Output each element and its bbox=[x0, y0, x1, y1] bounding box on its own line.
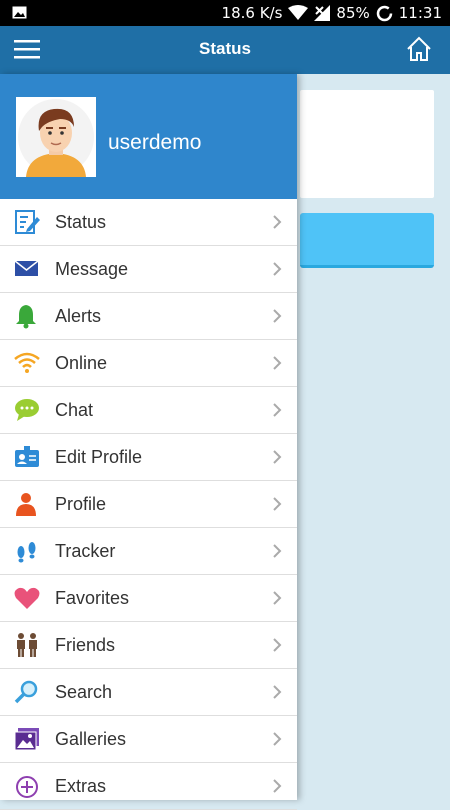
menu-item-galleries[interactable]: Galleries bbox=[0, 716, 297, 763]
username: userdemo bbox=[108, 131, 202, 154]
signal-icon bbox=[314, 5, 331, 21]
page-title: Status bbox=[199, 39, 251, 58]
gallery-icon bbox=[14, 728, 39, 751]
avatar[interactable] bbox=[16, 97, 96, 177]
bell-icon bbox=[16, 305, 36, 329]
chat-icon bbox=[15, 399, 39, 421]
menu-item-label: Online bbox=[55, 353, 108, 373]
plus-circle-icon bbox=[16, 776, 38, 798]
chevron-right-icon bbox=[273, 497, 282, 511]
wifi-status-icon bbox=[288, 5, 309, 20]
chevron-right-icon bbox=[273, 638, 282, 652]
home-icon[interactable] bbox=[406, 36, 432, 62]
search-icon bbox=[14, 680, 38, 704]
heart-icon bbox=[14, 587, 40, 609]
menu-item-label: Message bbox=[55, 259, 129, 279]
person-icon bbox=[16, 493, 36, 516]
menu-item-alerts[interactable]: Alerts bbox=[0, 293, 297, 340]
submit-button[interactable] bbox=[300, 213, 434, 268]
menu-item-favorites[interactable]: Favorites bbox=[0, 575, 297, 622]
chevron-right-icon bbox=[273, 356, 282, 370]
user-avatar-icon bbox=[18, 99, 94, 177]
menu-item-message[interactable]: Message bbox=[0, 246, 297, 293]
menu-item-label: Search bbox=[55, 682, 113, 702]
image-notification-icon bbox=[12, 6, 27, 19]
menu-item-profile[interactable]: Profile bbox=[0, 481, 297, 528]
menu-item-label: Edit Profile bbox=[55, 447, 143, 467]
navigation-drawer: userdemo Status Message Alerts Online Ch… bbox=[0, 74, 297, 810]
menu-item-label: Profile bbox=[55, 494, 107, 514]
menu-item-label: Friends bbox=[55, 635, 116, 655]
chevron-right-icon bbox=[273, 262, 282, 276]
chevron-right-icon bbox=[273, 309, 282, 323]
menu-icon[interactable] bbox=[14, 38, 40, 60]
app-bar: Status bbox=[0, 26, 450, 74]
menu-item-label: Favorites bbox=[55, 588, 130, 608]
envelope-icon bbox=[14, 260, 39, 276]
menu-item-label: Status bbox=[55, 212, 107, 232]
network-speed: 18.6 K/s bbox=[221, 4, 283, 22]
menu-item-edit-profile[interactable]: Edit Profile bbox=[0, 434, 297, 481]
battery-ring-icon bbox=[376, 5, 393, 21]
footprints-icon bbox=[17, 542, 36, 563]
battery-level: 85% bbox=[336, 4, 370, 22]
status-bar: 18.6 K/s 85% 11:31 bbox=[0, 0, 450, 26]
drawer-header: userdemo bbox=[0, 74, 297, 199]
chevron-right-icon bbox=[273, 779, 282, 793]
menu-item-tracker[interactable]: Tracker bbox=[0, 528, 297, 575]
wifi-icon bbox=[14, 352, 40, 373]
drawer-menu: Status Message Alerts Online Chat Edit P… bbox=[0, 199, 297, 810]
chevron-right-icon bbox=[273, 215, 282, 229]
menu-item-search[interactable]: Search bbox=[0, 669, 297, 716]
menu-item-online[interactable]: Online bbox=[0, 340, 297, 387]
chevron-right-icon bbox=[273, 450, 282, 464]
menu-item-status[interactable]: Status bbox=[0, 199, 297, 246]
chevron-right-icon bbox=[273, 732, 282, 746]
menu-item-label: Extras bbox=[55, 776, 107, 796]
menu-item-label: Galleries bbox=[55, 729, 127, 749]
menu-item-extras[interactable]: Extras bbox=[0, 763, 297, 810]
edit-icon bbox=[15, 210, 40, 234]
chevron-right-icon bbox=[273, 544, 282, 558]
friends-icon bbox=[17, 633, 37, 657]
menu-item-label: Tracker bbox=[55, 541, 116, 561]
menu-item-friends[interactable]: Friends bbox=[0, 622, 297, 669]
menu-item-label: Alerts bbox=[55, 306, 102, 326]
chevron-right-icon bbox=[273, 685, 282, 699]
menu-item-label: Chat bbox=[55, 400, 94, 420]
id-card-icon bbox=[15, 446, 39, 467]
status-text-area[interactable] bbox=[300, 90, 434, 198]
clock: 11:31 bbox=[398, 4, 442, 22]
menu-item-chat[interactable]: Chat bbox=[0, 387, 297, 434]
chevron-right-icon bbox=[273, 403, 282, 417]
chevron-right-icon bbox=[273, 591, 282, 605]
